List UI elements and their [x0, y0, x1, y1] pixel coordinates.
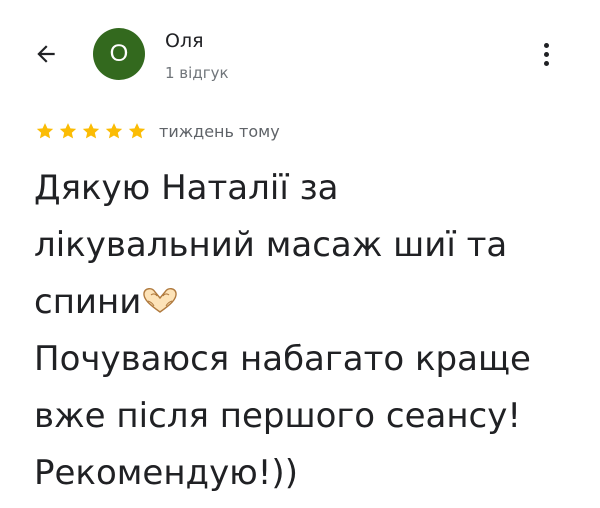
star-rating	[34, 121, 149, 141]
star-icon	[128, 123, 146, 139]
star-icon	[105, 123, 123, 139]
star-icon	[59, 123, 77, 139]
rating-row: тиждень тому	[34, 120, 280, 142]
review-text-part2: Почуваюся набагато краще вже після першо…	[34, 339, 531, 493]
review-time: тиждень тому	[159, 121, 280, 141]
review-text-part1: Дякую Наталії за лікувальний масаж шиї т…	[34, 168, 508, 322]
avatar[interactable]: О	[93, 28, 145, 80]
arrow-back-icon	[37, 45, 55, 63]
back-button[interactable]	[28, 36, 64, 72]
author-review-count: 1 відгук	[165, 64, 229, 82]
more-vert-icon	[543, 42, 549, 48]
star-icon	[36, 123, 54, 139]
more-options-button[interactable]	[532, 38, 560, 70]
author-name[interactable]: Оля	[165, 30, 204, 52]
heart-hands-icon	[143, 288, 178, 313]
review-header: О Оля 1 відгук	[0, 0, 600, 110]
more-vert-icon-dot	[543, 51, 549, 57]
avatar-letter: О	[109, 40, 129, 67]
star-icon	[82, 123, 100, 139]
review-text: Дякую Наталії за лікувальний масаж шиї т…	[34, 160, 574, 502]
more-vert-icon-dot	[543, 60, 549, 66]
